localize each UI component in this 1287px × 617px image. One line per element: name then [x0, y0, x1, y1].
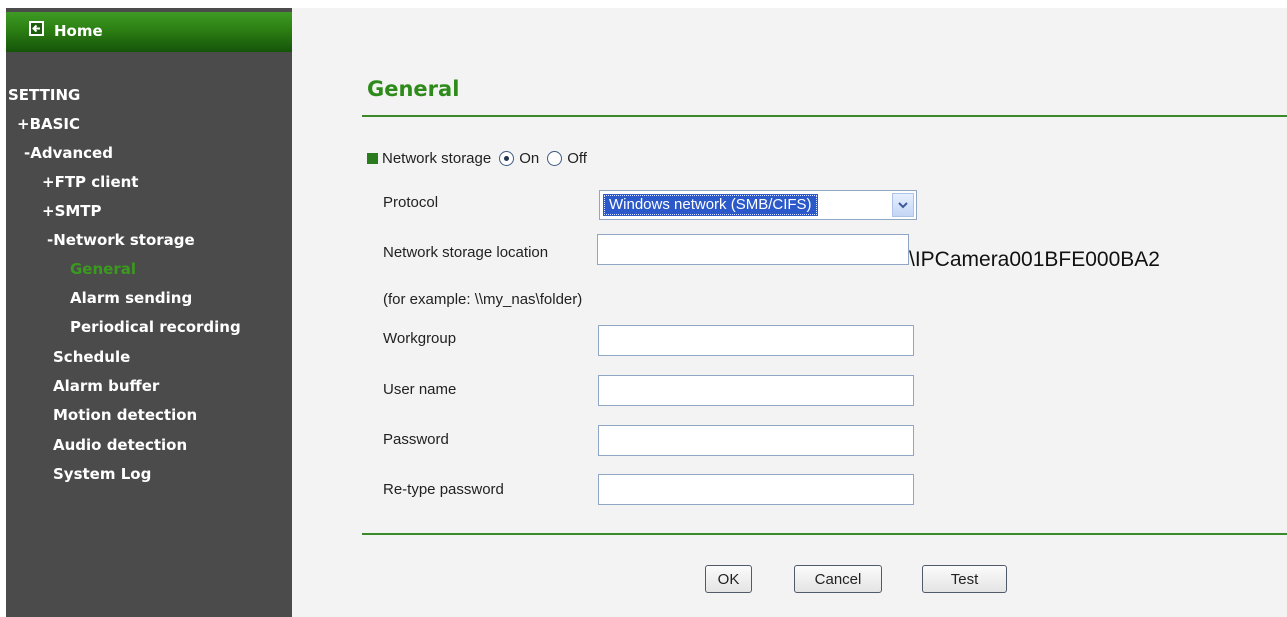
nav-ftp-client[interactable]: +FTP client	[42, 173, 138, 191]
protocol-label: Protocol	[383, 194, 439, 211]
username-input[interactable]	[598, 375, 914, 406]
chevron-down-icon[interactable]	[892, 193, 914, 217]
sidebar: Home SETTING +BASIC -Advanced +FTP clien…	[6, 8, 292, 617]
nav-audio-detection[interactable]: Audio detection	[53, 436, 187, 454]
bullet-square-icon	[367, 152, 378, 164]
radio-on-label: On	[519, 149, 540, 167]
radio-off[interactable]	[547, 150, 563, 166]
password-input[interactable]	[598, 425, 914, 456]
back-arrow-icon	[29, 21, 44, 36]
settings-heading: SETTING	[8, 86, 81, 104]
location-input[interactable]	[597, 234, 909, 265]
protocol-select[interactable]: Windows network (SMB/CIFS)	[599, 190, 917, 220]
home-label: Home	[54, 22, 103, 40]
retype-password-input[interactable]	[598, 474, 914, 505]
main-panel: General Network storage On Off Protocol …	[292, 8, 1287, 617]
cancel-button[interactable]: Cancel	[794, 565, 882, 593]
form-divider	[362, 533, 1287, 535]
location-label: Network storage location	[383, 244, 549, 261]
username-label: User name	[383, 381, 457, 398]
nav-smtp[interactable]: +SMTP	[42, 202, 102, 220]
nav-basic[interactable]: +BASIC	[17, 115, 80, 133]
test-button[interactable]: Test	[922, 565, 1007, 593]
ok-button[interactable]: OK	[705, 565, 752, 593]
network-storage-row: Network storage On Off	[367, 148, 587, 168]
nav-general[interactable]: General	[70, 260, 136, 278]
radio-off-label: Off	[567, 149, 587, 167]
nav-schedule[interactable]: Schedule	[53, 348, 130, 366]
workgroup-input[interactable]	[598, 325, 914, 356]
example-hint: (for example: \\my_nas\folder)	[383, 291, 583, 308]
nav-network-storage[interactable]: -Network storage	[47, 231, 195, 249]
title-divider	[362, 115, 1287, 117]
retype-password-label: Re-type password	[383, 481, 504, 498]
workgroup-label: Workgroup	[383, 330, 457, 347]
password-label: Password	[383, 431, 449, 448]
nav-alarm-sending[interactable]: Alarm sending	[70, 289, 192, 307]
nav-advanced[interactable]: -Advanced	[24, 144, 113, 162]
home-button[interactable]: Home	[6, 8, 292, 52]
nav-alarm-buffer[interactable]: Alarm buffer	[53, 377, 159, 395]
nav-motion-detection[interactable]: Motion detection	[53, 406, 197, 424]
nav-periodical-recording[interactable]: Periodical recording	[70, 318, 241, 336]
page-title: General	[367, 77, 460, 101]
protocol-selected-value: Windows network (SMB/CIFS)	[603, 194, 818, 216]
network-storage-label: Network storage	[382, 149, 492, 167]
nav-system-log[interactable]: System Log	[53, 465, 151, 483]
radio-on[interactable]	[499, 150, 515, 166]
location-suffix: \IPCamera001BFE000BA2	[909, 248, 1160, 271]
radio-selected-dot-icon	[504, 155, 510, 161]
